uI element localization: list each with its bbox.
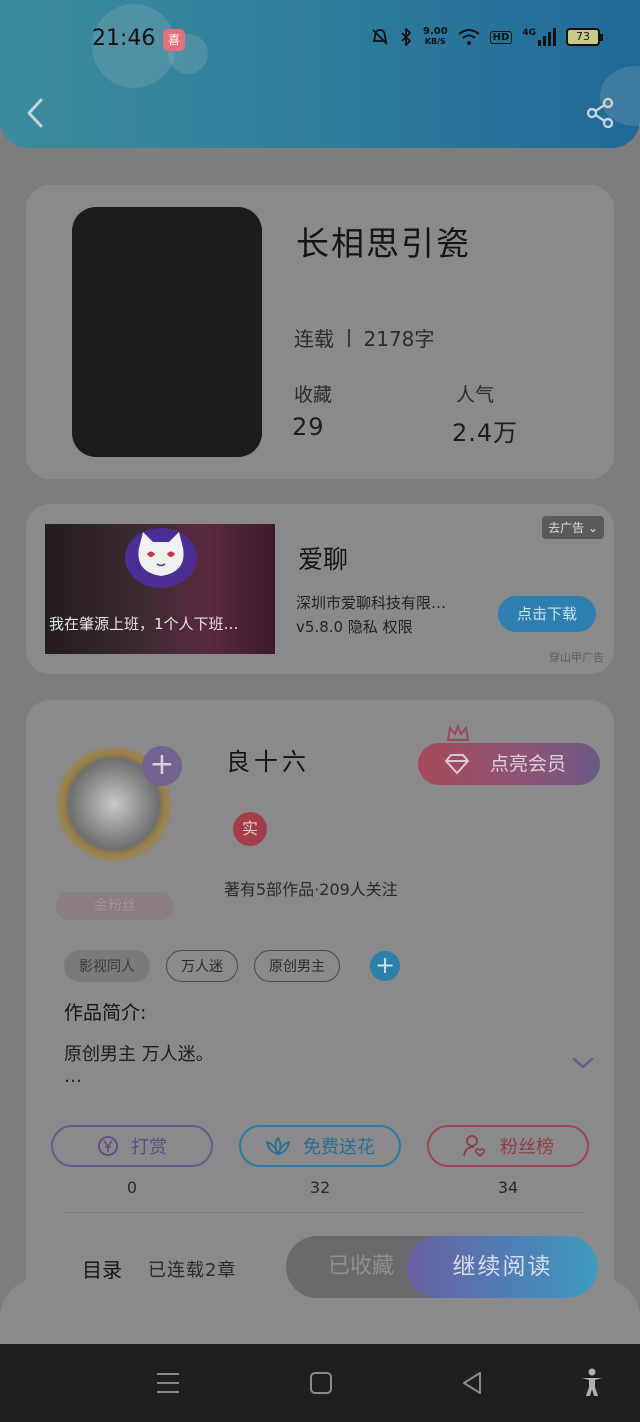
ad-title: 爱聊: [298, 545, 349, 574]
fan-badge: 金粉丝: [56, 892, 174, 920]
accessibility-icon[interactable]: [580, 1368, 604, 1398]
system-nav-bar: [0, 1344, 640, 1422]
favorites-value: 29: [292, 413, 325, 441]
chapter-progress: 已连载2章: [148, 1260, 237, 1281]
vip-button[interactable]: 点亮会员: [418, 743, 600, 785]
tag-item[interactable]: 原创男主: [254, 950, 340, 982]
reading-action-bar: 目录 已连载2章 已收藏 继续阅读: [46, 1236, 598, 1298]
status-time: 21:46: [92, 26, 156, 51]
back-triangle-icon[interactable]: [460, 1370, 484, 1396]
meta-divider: [348, 328, 350, 347]
net-speed: 9.00 KB/S: [422, 26, 448, 47]
home-icon[interactable]: [309, 1370, 333, 1396]
send-flower-label: 免费送花: [303, 1137, 375, 1158]
fan-ranking-button[interactable]: 粉丝榜: [427, 1125, 589, 1167]
lotus-icon: [265, 1136, 291, 1156]
verified-badge: 实: [233, 812, 267, 846]
reward-label: 打赏: [131, 1137, 167, 1158]
book-title: 长相思引瓷: [296, 224, 471, 263]
reward-button[interactable]: 打赏: [51, 1125, 213, 1167]
divider: [64, 1212, 584, 1213]
crown-icon: [446, 724, 470, 741]
mute-bell-icon: [372, 29, 388, 45]
ad-source: 穿山甲广告: [549, 651, 604, 664]
remove-ad-button[interactable]: 去广告 ⌄: [542, 516, 604, 539]
signal-icon: 4G: [522, 28, 556, 46]
yen-coin-icon: [98, 1136, 118, 1156]
fan-count: 34: [497, 1178, 519, 1197]
book-status: 连载: [294, 327, 334, 351]
send-flower-button[interactable]: 免费送花: [239, 1125, 401, 1167]
popularity-value: 2.4万: [452, 419, 519, 447]
ad-download-button[interactable]: 点击下载: [498, 596, 596, 632]
intro-text: 原创男主 万人迷。: [64, 1044, 214, 1065]
ad-card[interactable]: 我在肇源上班，1个人下班… 爱聊 深圳市爱聊科技有限… v5.8.0 隐私 权限…: [26, 504, 614, 674]
tag-list: 影视同人 万人迷 原创男主 +: [64, 950, 400, 982]
intro-label: 作品简介:: [64, 1002, 147, 1024]
author-name[interactable]: 良十六: [226, 742, 310, 777]
fan-ranking-label: 粉丝榜: [500, 1137, 554, 1158]
top-header: [0, 0, 640, 148]
ad-caption: 我在肇源上班，1个人下班…: [49, 615, 239, 633]
cat-face-icon: [138, 532, 184, 576]
tag-item[interactable]: 万人迷: [166, 950, 238, 982]
author-stats: 著有5部作品·209人关注: [224, 880, 398, 899]
follow-plus-button[interactable]: +: [142, 746, 182, 786]
author-card: + 金粉丝 良十六 点亮会员 实 著有5部作品·209人关注 影视同人 万人迷 …: [26, 700, 614, 1300]
share-icon[interactable]: [584, 96, 616, 130]
book-info-card: 长相思引瓷 连载 2178字 收藏 29 人气 2.4万: [26, 185, 614, 479]
continue-reading-button[interactable]: 继续阅读: [407, 1236, 598, 1298]
intro-more: …: [64, 1066, 82, 1087]
reward-count: 0: [126, 1178, 138, 1197]
ad-image[interactable]: 我在肇源上班，1个人下班…: [45, 524, 275, 654]
hd-icon: HD: [489, 30, 513, 44]
add-tag-button[interactable]: +: [370, 951, 400, 981]
tag-item[interactable]: 影视同人: [64, 950, 150, 982]
status-icons: 9.00 KB/S HD 4G 73: [371, 26, 603, 47]
flower-count: 32: [309, 1178, 331, 1197]
book-cover[interactable]: [72, 207, 262, 457]
app-notification-icon: 喜: [163, 29, 185, 51]
ad-cat-avatar: [125, 528, 197, 588]
diamond-icon: [444, 754, 470, 775]
back-icon[interactable]: [22, 96, 52, 130]
menu-icon[interactable]: [156, 1370, 180, 1396]
battery-icon: 73: [566, 28, 603, 46]
toc-button[interactable]: 目录: [82, 1254, 122, 1283]
vip-button-label: 点亮会员: [490, 753, 567, 775]
ad-version: v5.8.0 隐私 权限: [296, 618, 413, 636]
chevron-down-icon[interactable]: [572, 1056, 594, 1070]
ad-company: 深圳市爱聊科技有限…: [296, 594, 447, 612]
word-count: 2178字: [363, 327, 435, 351]
favorites-label: 收藏: [294, 384, 333, 406]
user-heart-icon: [463, 1135, 486, 1158]
bluetooth-icon: [401, 28, 412, 46]
wifi-icon: [458, 29, 480, 45]
book-meta: 连载 2178字: [294, 323, 434, 352]
popularity-label: 人气: [456, 384, 495, 406]
